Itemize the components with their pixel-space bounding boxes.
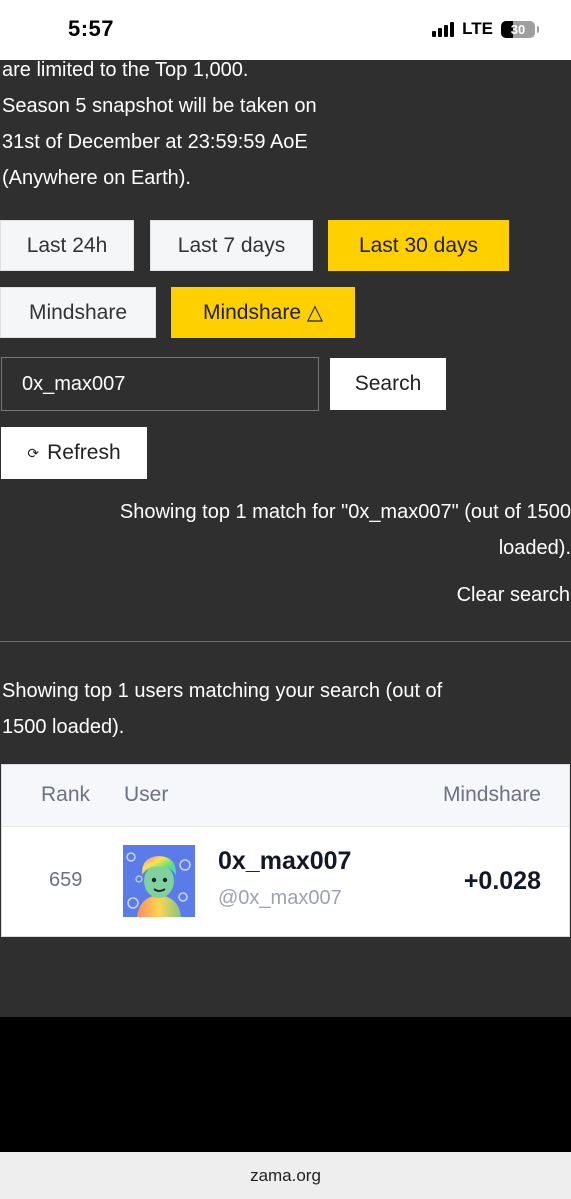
status-bar: 5:57 LTE 30 [0, 0, 571, 60]
column-header-mindshare: Mindshare [442, 783, 541, 806]
url-text: zama.org [250, 1165, 321, 1185]
status-time: 5:57 [68, 16, 115, 41]
match-summary-line: loaded). [498, 537, 571, 559]
season-info-line: (Anywhere on Earth). [2, 167, 191, 189]
match-summary-line: Showing top 1 match for "0x_max007" (out… [119, 501, 571, 523]
divider [0, 641, 571, 642]
avatar[interactable] [123, 845, 195, 917]
users-summary-line: 1500 loaded). [2, 716, 125, 738]
match-summary: Showing top 1 match for "0x_max007" (out… [0, 494, 571, 566]
blank-area [0, 1017, 571, 1152]
season-info-line: 31st of December at 23:59:59 AoE [2, 131, 308, 153]
season-info-line: Season 5 snapshot will be taken on [2, 95, 317, 117]
leaderboard-table: Rank User Mindshare 659 0x_max007 @0x_ma… [1, 764, 570, 937]
users-summary: Showing top 1 users matching your search… [2, 673, 562, 745]
row-rank: 659 [49, 869, 83, 891]
clear-search-link[interactable]: Clear search [457, 584, 570, 607]
column-header-rank: Rank [41, 783, 91, 806]
refresh-label: Refresh [47, 441, 121, 464]
search-input[interactable] [1, 357, 319, 411]
page-content: are limited to the Top 1,000. Season 5 s… [0, 60, 571, 1017]
mindshare-value: +0.028 [463, 867, 541, 895]
column-header-user: User [124, 783, 169, 806]
battery-level: 30 [510, 21, 526, 37]
season-info-text: are limited to the Top 1,000. Season 5 s… [2, 60, 522, 196]
browser-url-bar[interactable]: zama.org [0, 1152, 571, 1199]
signal-icon [432, 21, 455, 37]
network-type: LTE [462, 19, 493, 38]
refresh-icon: ⟳ [27, 444, 40, 461]
filter-mindshare-delta[interactable]: Mindshare △ [171, 287, 355, 338]
season-info-line: are limited to the Top 1,000. [2, 60, 249, 81]
search-button[interactable]: Search [330, 358, 446, 410]
user-display-name[interactable]: 0x_max007 [218, 847, 351, 876]
battery-icon: 30 [501, 20, 539, 38]
refresh-button[interactable]: ⟳ Refresh [1, 427, 147, 479]
filter-last-7-days[interactable]: Last 7 days [150, 220, 313, 271]
filter-mindshare[interactable]: Mindshare [0, 287, 156, 338]
filter-last-24h[interactable]: Last 24h [0, 220, 134, 271]
table-header: Rank User Mindshare [2, 765, 569, 827]
status-indicators: LTE 30 [432, 19, 539, 39]
users-summary-line: Showing top 1 users matching your search… [2, 680, 443, 702]
user-handle: @0x_max007 [218, 887, 342, 909]
filter-last-30-days[interactable]: Last 30 days [328, 220, 509, 271]
